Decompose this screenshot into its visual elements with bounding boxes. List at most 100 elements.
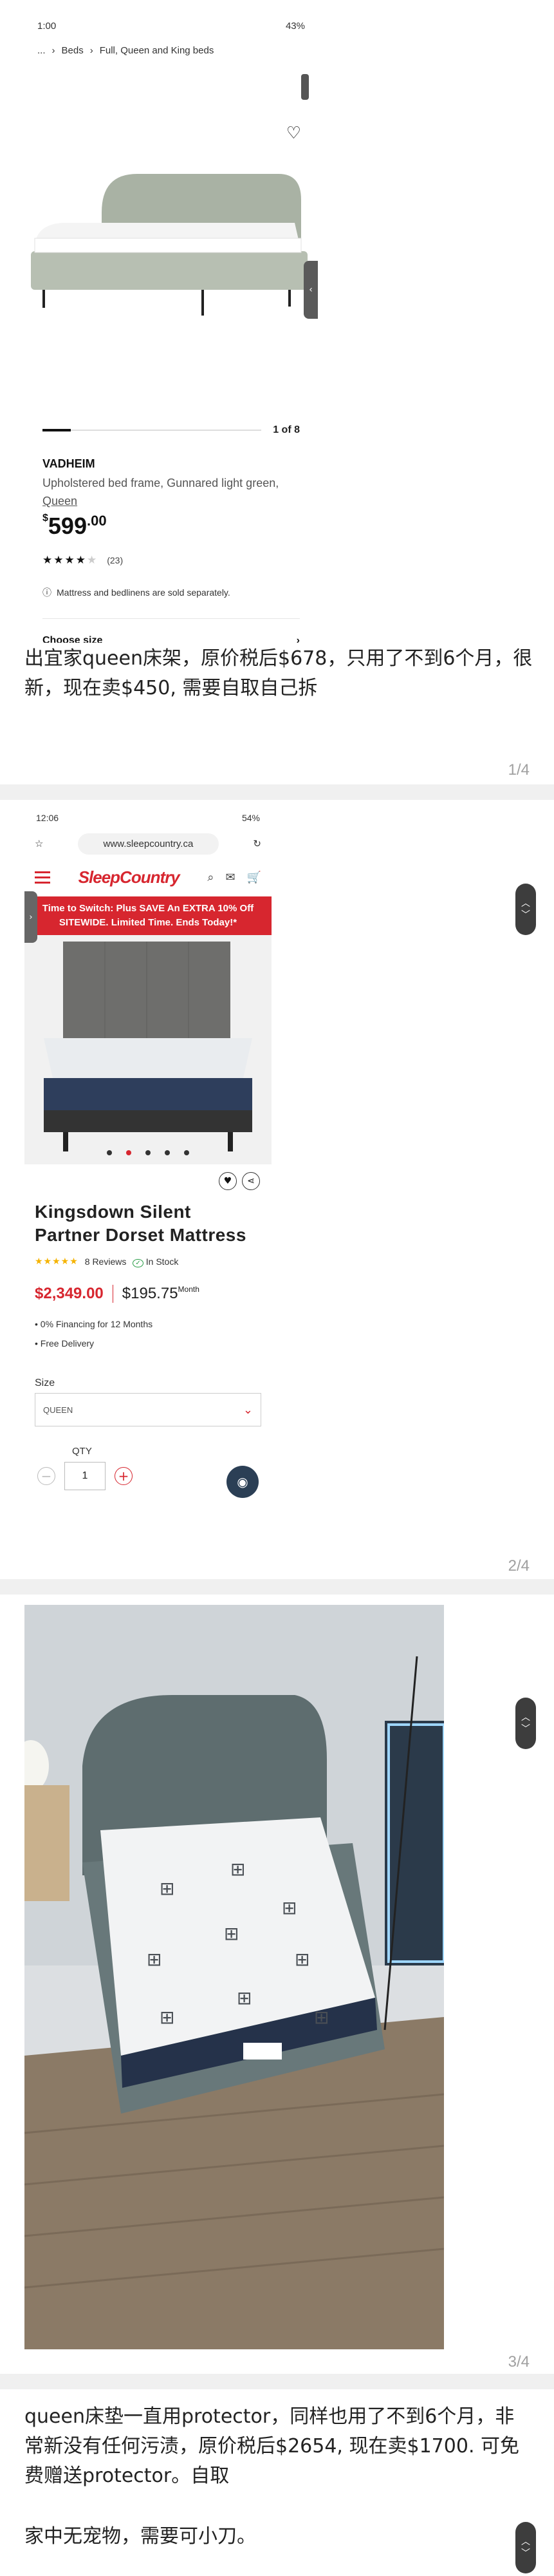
promo-banner[interactable]: Time to Switch: Plus SAVE An EXTRA 10% O… (24, 896, 272, 935)
info-icon: ⓘ (42, 587, 51, 598)
monthly-unit: Month (178, 1285, 199, 1294)
product-brand: VADHEIM (42, 457, 95, 470)
rating-stars: ★★★★★ (42, 554, 98, 566)
gallery-progress-bar (42, 429, 261, 431)
gallery-counter: 1 of 8 (273, 424, 300, 435)
status-battery: 43% (285, 20, 305, 32)
product-rating[interactable]: ★★★★★ (23) (42, 554, 123, 567)
svg-text:⊞: ⊞ (147, 1949, 162, 1970)
qty-increase-button[interactable]: + (115, 1467, 133, 1485)
bed-photo: ⊞ ⊞ ⊞ ⊞ ⊞ ⊞ ⊞ ⊞ ⊞ (24, 1605, 444, 2349)
status-bar: 1:00 43% (24, 13, 318, 39)
reload-icon[interactable]: ↻ (253, 838, 261, 849)
svg-text:⊞: ⊞ (160, 1878, 174, 1899)
review-count: 8 Reviews (84, 1256, 127, 1267)
sleepcountry-screenshot: 12:06 54% ☆ www.sleepcountry.ca ↻ SleepC… (24, 806, 272, 1553)
ikea-screenshot: 1:00 43% ... › Beds › Full, Queen and Ki… (24, 13, 318, 643)
svg-text:⊞: ⊞ (295, 1949, 309, 1970)
mattress-image-carousel[interactable] (24, 935, 272, 1164)
info-note-text: Mattress and bedlinens are sold separate… (57, 587, 230, 598)
carousel-dot (107, 1150, 112, 1155)
url-field[interactable]: www.sleepcountry.ca (77, 833, 219, 855)
chevron-right-icon: › (89, 44, 93, 56)
browser-url-bar: ☆ www.sleepcountry.ca ↻ (24, 829, 272, 858)
side-panel-handle[interactable]: ‹ (304, 261, 318, 319)
price-row: $2,349.00 $195.75Month (24, 1267, 272, 1303)
carousel-dot (184, 1150, 189, 1155)
svg-text:⊞: ⊞ (230, 1859, 245, 1880)
heart-icon[interactable]: ♥ (219, 1172, 237, 1190)
status-time: 12:06 (36, 813, 59, 823)
side-panel-handle[interactable]: › (24, 891, 37, 943)
bed-frame-image (24, 155, 318, 348)
carousel-dot (145, 1150, 151, 1155)
search-icon[interactable]: ⌕ (207, 871, 214, 884)
product-title: Kingsdown Silent Partner Dorset Mattress (35, 1202, 246, 1245)
scroll-up-down-button[interactable]: ︿ ﹀ (515, 2522, 536, 2573)
svg-text:⊞: ⊞ (160, 2007, 174, 2028)
separator (0, 1579, 554, 1595)
post-2-pager: 2/4 (508, 1557, 530, 1575)
size-select[interactable]: QUEEN ⌄ (35, 1393, 261, 1426)
post-4-caption: queen床垫一直用protector，同样也用了不到6个月，非常新没有任何污渍… (24, 2405, 520, 2487)
size-value: QUEEN (43, 1405, 73, 1415)
carousel-dot-active (126, 1150, 131, 1155)
site-logo[interactable]: SleepCountry (78, 867, 180, 887)
carousel-dots[interactable] (24, 1150, 272, 1155)
separator (0, 784, 554, 800)
mattress-image (24, 935, 272, 1164)
perk-item: • 0% Financing for 12 Months (35, 1319, 153, 1329)
stock-status: In Stock (133, 1256, 179, 1267)
chevron-down-icon: ⌄ (243, 1403, 253, 1416)
chevron-right-icon: › (51, 44, 55, 56)
scroll-up-down-button[interactable]: ︿ ﹀ (515, 884, 536, 935)
post-3: ⊞ ⊞ ⊞ ⊞ ⊞ ⊞ ⊞ ⊞ ⊞ ︿ ﹀ 3/4 (0, 1595, 554, 2371)
post-2: 12:06 54% ☆ www.sleepcountry.ca ↻ SleepC… (0, 800, 554, 1575)
chat-fab-icon[interactable]: ◉ (226, 1466, 259, 1498)
choose-size-label: Choose size (42, 635, 103, 643)
size-label: Size (35, 1378, 55, 1388)
breadcrumb: ... › Beds › Full, Queen and King beds (24, 39, 318, 62)
quantity-stepper: − 1 + ◉ (24, 1462, 272, 1498)
qty-decrease-button[interactable]: − (37, 1467, 55, 1485)
product-description-text: Upholstered bed frame, Gunnared light gr… (42, 477, 279, 489)
breadcrumb-ellipsis[interactable]: ... (37, 45, 46, 56)
post-1: 1:00 43% ... › Beds › Full, Queen and Ki… (0, 0, 554, 779)
post-3-pager: 3/4 (508, 2353, 530, 2371)
svg-text:⊞: ⊞ (314, 2007, 329, 2028)
gallery-progress: 1 of 8 (42, 424, 300, 437)
status-bar: 12:06 54% (24, 806, 272, 829)
qty-value[interactable]: 1 (64, 1462, 106, 1490)
qty-label: QTY (72, 1446, 92, 1457)
share-icon[interactable]: ⋖ (242, 1172, 260, 1190)
product-size-link[interactable]: Queen (42, 495, 77, 507)
perk-list: • 0% Financing for 12 Months • Free Deli… (24, 1303, 272, 1353)
scroll-up-down-button[interactable]: ︿ ﹀ (515, 1698, 536, 1749)
cart-icon[interactable]: 🛒 (247, 871, 261, 884)
price-main: 599 (48, 513, 87, 539)
breadcrumb-beds[interactable]: Beds (62, 45, 84, 56)
menu-icon[interactable] (35, 871, 50, 884)
post-1-caption: 出宜家queen床架，原价税后$678，只用了不到6个月，很新，现在卖$450,… (24, 647, 533, 699)
heart-icon[interactable]: ♡ (286, 124, 301, 143)
product-price: $599.00 (42, 513, 107, 540)
rating-count: (23) (107, 555, 124, 565)
separator (0, 2374, 554, 2389)
scroll-indicator[interactable] (301, 74, 309, 100)
choose-size-row[interactable]: Choose size › (42, 635, 300, 643)
star-icon[interactable]: ☆ (35, 838, 43, 849)
chat-icon[interactable]: ✉ (225, 871, 235, 884)
header-icons: ⌕ ✉ 🛒 (207, 871, 261, 884)
review-row[interactable]: ★★★★★ 8 Reviews In Stock (24, 1247, 272, 1267)
post-4-caption-2: 家中无宠物，需要可小刀。 (24, 2525, 256, 2548)
carousel-dot (165, 1150, 170, 1155)
breadcrumb-current[interactable]: Full, Queen and King beds (100, 45, 214, 56)
svg-text:⊞: ⊞ (224, 1923, 239, 1944)
monthly-price: $195.75Month (122, 1285, 199, 1302)
status-battery: 54% (241, 813, 260, 823)
perk-item: • Free Delivery (35, 1338, 95, 1349)
status-time: 1:00 (37, 20, 57, 32)
chevron-right-icon: › (296, 635, 300, 643)
svg-text:⊞: ⊞ (282, 1897, 297, 1918)
product-price: $2,349.00 (35, 1285, 113, 1303)
